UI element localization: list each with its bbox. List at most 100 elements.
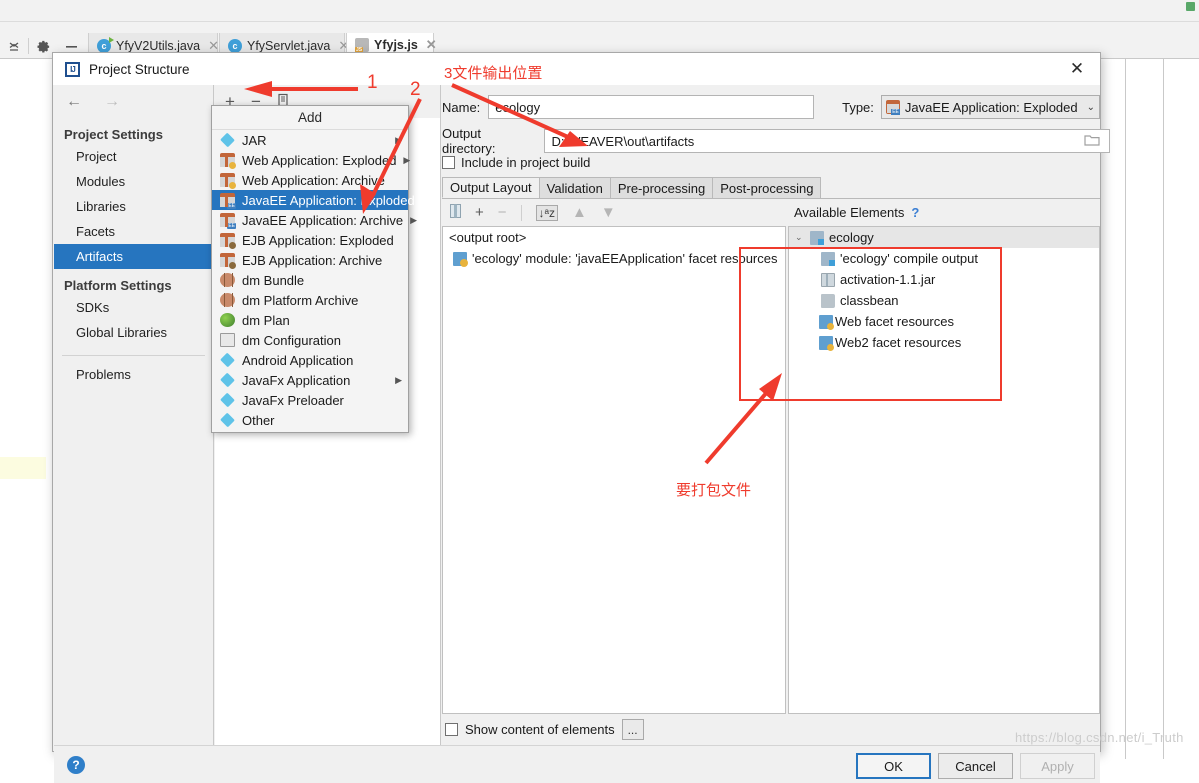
move-down-button[interactable]: ▼ — [601, 204, 616, 221]
output-layout-tree[interactable]: <output root> 'ecology' module: 'javaEEA… — [442, 226, 786, 714]
menu-item-javafx-preloader[interactable]: JavaFx Preloader — [212, 390, 408, 410]
sidebar-item-global-libraries[interactable]: Global Libraries — [54, 320, 213, 345]
close-icon[interactable]: ✕ — [1060, 54, 1094, 84]
editor-tab-label: Yfyjs.js — [374, 38, 418, 52]
submenu-arrow-icon: ▶ — [395, 374, 402, 385]
artifact-tabs: Output Layout Validation Pre-processing … — [442, 177, 1100, 198]
editor-tab-label: YfyServlet.java — [247, 39, 331, 53]
tab-pre-processing[interactable]: Pre-processing — [609, 177, 714, 198]
inspection-status-icon — [1186, 2, 1195, 11]
move-up-button[interactable]: ▲ — [572, 204, 587, 221]
available-tree-item[interactable]: Web facet resources — [789, 311, 1099, 332]
ide-right-scroll-panel[interactable] — [1163, 59, 1199, 759]
sidebar-item-modules[interactable]: Modules — [54, 169, 213, 194]
show-content-row: Show content of elements ... — [442, 719, 644, 740]
dialog-footer: ? OK Cancel Apply — [54, 745, 1100, 783]
include-in-build-checkbox[interactable] — [442, 156, 455, 169]
ide-top-strip — [0, 0, 1199, 22]
forward-arrow-icon[interactable]: → — [104, 93, 120, 111]
submenu-arrow-icon: ▶ — [395, 134, 402, 145]
remove-element-button[interactable]: − — [498, 204, 507, 221]
artifact-name-input[interactable]: ecology — [488, 95, 815, 119]
output-directory-label: Output directory: — [442, 126, 496, 156]
menu-item-label: dm Bundle — [242, 272, 305, 288]
javaee-app-icon: EE — [220, 193, 236, 209]
sidebar-item-project[interactable]: Project — [54, 144, 213, 169]
help-icon[interactable]: ? — [911, 205, 919, 220]
available-tree-item[interactable]: Web2 facet resources — [789, 332, 1099, 353]
output-directory-input[interactable]: D:\WEAVER\out\artifacts — [544, 129, 1110, 153]
available-elements-tree[interactable]: ⌄ ecology 'ecology' compile output activ… — [788, 226, 1100, 714]
add-artifact-menu[interactable]: Add JAR ▶ Web Application: Exploded ▶ We… — [211, 105, 417, 433]
menu-item-dm-plan[interactable]: dm Plan — [212, 310, 408, 330]
available-tree-item-label: classbean — [840, 293, 899, 308]
collapse-all-icon[interactable] — [0, 33, 28, 59]
menu-item-android-application[interactable]: Android Application — [212, 350, 408, 370]
project-structure-dialog: IJ Project Structure ✕ ← → Project Setti… — [52, 52, 1110, 783]
ide-right-panel — [1125, 59, 1163, 759]
type-label: Type: — [842, 99, 874, 115]
tab-output-layout[interactable]: Output Layout — [442, 177, 540, 198]
tab-post-processing[interactable]: Post-processing — [712, 177, 822, 198]
jar-icon[interactable] — [450, 203, 461, 222]
available-tree-item[interactable]: activation-1.1.jar — [789, 269, 1099, 290]
dialog-titlebar: IJ Project Structure ✕ — [53, 53, 1100, 85]
sidebar-item-libraries[interactable]: Libraries — [54, 194, 213, 219]
output-root-label: <output root> — [449, 230, 527, 245]
menu-item-other[interactable]: Other — [212, 410, 408, 430]
android-app-icon — [220, 352, 235, 368]
available-tree-item[interactable]: classbean — [789, 290, 1099, 311]
menu-item-ejb-application-exploded[interactable]: EJB Application: Exploded — [212, 230, 408, 250]
javaee-app-icon: EE — [220, 213, 236, 229]
tab-validation[interactable]: Validation — [538, 177, 611, 198]
sort-az-icon[interactable]: ↓ᵃz — [535, 204, 558, 221]
sidebar-item-artifacts[interactable]: Artifacts — [54, 244, 213, 269]
chevron-down-icon[interactable]: ⌄ — [795, 232, 805, 243]
back-arrow-icon[interactable]: ← — [66, 93, 82, 111]
menu-item-web-application-archive[interactable]: Web Application: Archive — [212, 170, 408, 190]
menu-item-dm-platform-archive[interactable]: dm Platform Archive — [212, 290, 408, 310]
javascript-file-icon — [355, 38, 369, 53]
menu-item-web-application-exploded[interactable]: Web Application: Exploded ▶ — [212, 150, 410, 170]
web-app-icon — [220, 173, 236, 189]
menu-item-javaee-application-exploded[interactable]: EE JavaEE Application: Exploded — [212, 190, 415, 210]
available-elements-label: Available Elements — [794, 204, 905, 220]
sidebar-item-facets[interactable]: Facets — [54, 219, 213, 244]
show-content-checkbox[interactable] — [445, 723, 458, 736]
menu-item-label: dm Plan — [242, 312, 290, 328]
apply-button[interactable]: Apply — [1020, 753, 1095, 779]
menu-item-ejb-application-archive[interactable]: EJB Application: Archive — [212, 250, 408, 270]
menu-item-javafx-application[interactable]: JavaFx Application ▶ — [212, 370, 408, 390]
menu-item-jar[interactable]: JAR ▶ — [212, 130, 408, 150]
settings-sidebar: ← → Project Settings Project Modules Lib… — [54, 85, 214, 745]
available-root-label: ecology — [829, 230, 874, 245]
available-root-node[interactable]: ⌄ ecology — [789, 227, 1099, 248]
sidebar-group-title-project: Project Settings — [64, 127, 163, 142]
menu-item-label: JAR — [242, 132, 267, 148]
menu-item-label: JavaEE Application: Exploded — [242, 192, 415, 208]
sidebar-item-problems[interactable]: Problems — [54, 362, 213, 387]
available-tree-item[interactable]: 'ecology' compile output — [789, 248, 1099, 269]
include-in-build-row[interactable]: Include in project build — [442, 155, 590, 170]
menu-item-label: JavaFx Application — [242, 372, 351, 388]
module-icon — [810, 230, 824, 245]
java-run-icon: c — [97, 37, 114, 53]
more-options-button[interactable]: ... — [621, 719, 644, 740]
sidebar-item-sdks[interactable]: SDKs — [54, 295, 213, 320]
artifact-type-select[interactable]: JavaEE Application: Exploded ⌄ — [880, 95, 1100, 119]
folder-browse-icon[interactable] — [1084, 133, 1100, 149]
menu-item-javaee-application-archive[interactable]: EE JavaEE Application: Archive ▶ — [212, 210, 417, 230]
menu-item-dm-configuration[interactable]: dm Configuration — [212, 330, 408, 350]
watermark: https://blog.csdn.net/i_Truth — [1015, 730, 1184, 745]
ok-button[interactable]: OK — [856, 753, 931, 779]
output-root-node[interactable]: <output root> — [443, 227, 785, 248]
cancel-button[interactable]: Cancel — [938, 753, 1013, 779]
add-element-button[interactable]: + — [475, 204, 484, 221]
output-tree-item[interactable]: 'ecology' module: 'javaEEApplication' fa… — [443, 248, 785, 269]
output-tree-item-label: 'ecology' module: 'javaEEApplication' fa… — [472, 251, 778, 266]
menu-item-label: EJB Application: Exploded — [242, 232, 394, 248]
close-icon[interactable]: ✕ — [426, 37, 437, 53]
menu-item-dm-bundle[interactable]: dm Bundle — [212, 270, 408, 290]
facet-resources-icon — [453, 251, 468, 267]
ide-toolbar-row — [0, 22, 1199, 33]
